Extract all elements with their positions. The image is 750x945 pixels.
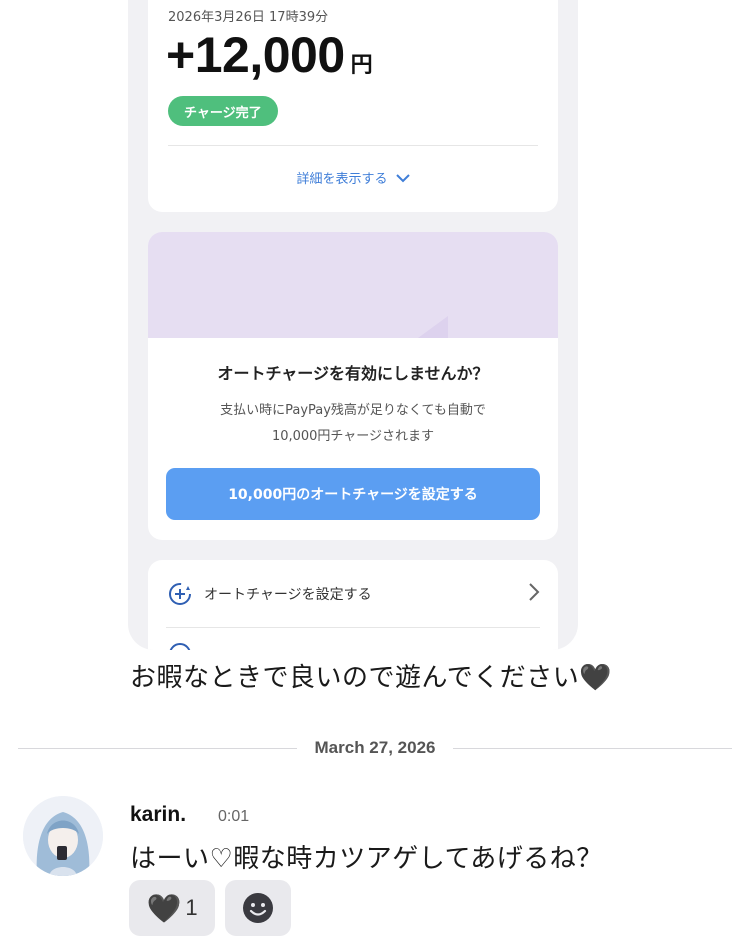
divider (166, 627, 540, 628)
divider (18, 747, 297, 749)
add-reaction-button[interactable] (225, 880, 291, 936)
divider (168, 145, 538, 146)
transaction-currency: 円 (350, 53, 373, 78)
settings-list-item-label: オートチャージを設定する (204, 586, 372, 603)
date-separator-label: March 27, 2026 (314, 738, 436, 757)
avatar-illustration (23, 796, 103, 876)
avatar[interactable] (23, 796, 103, 876)
chevron-right-icon (529, 583, 540, 601)
show-details-label: 詳細を表示する (296, 172, 388, 187)
black-heart-emoji: 🖤 (146, 891, 182, 925)
previous-message-text: お暇なときで良いので遊んでください🖤 (130, 663, 613, 693)
reaction-black-heart[interactable]: 🖤 1 (129, 880, 215, 936)
auto-charge-description: 支払い時にPayPay残高が足りなくても自動で 10,000円チャージされます (148, 398, 558, 450)
auto-charge-icon (169, 582, 191, 605)
banner-decoration (418, 316, 448, 338)
settings-list-item-auto-charge[interactable]: オートチャージを設定する (148, 560, 558, 627)
partial-list-icon (169, 643, 191, 650)
status-badge: チャージ完了 (168, 96, 278, 126)
chevron-down-icon (395, 173, 410, 182)
auto-charge-description-line2: 10,000円チャージされます (271, 429, 435, 444)
promo-banner (148, 232, 558, 338)
set-auto-charge-button[interactable]: 10,000円のオートチャージを設定する (166, 468, 540, 520)
show-details-link[interactable]: 詳細を表示する (148, 168, 558, 187)
transaction-datetime: 2026年3月26日 17時39分 (168, 10, 329, 25)
transaction-amount-row: +12,000 円 (166, 26, 373, 84)
message-timestamp: 0:01 (218, 808, 250, 825)
add-reaction-icon (243, 893, 273, 923)
transaction-card: 2026年3月26日 17時39分 +12,000 円 チャージ完了 詳細を表示… (148, 0, 558, 212)
transaction-amount: +12,000 (166, 27, 345, 83)
auto-charge-card: オートチャージを有効にしませんか？ 支払い時にPayPay残高が足りなくても自動… (148, 232, 558, 540)
date-separator: March 27, 2026 (18, 735, 732, 761)
reaction-count: 1 (185, 895, 198, 920)
divider (453, 747, 732, 749)
auto-charge-description-line1: 支払い時にPayPay残高が足りなくても自動で (220, 403, 486, 418)
message-text: はーい♡暇な時カツアゲしてあげるね？ (130, 844, 603, 874)
message-author[interactable]: karin. (130, 803, 186, 827)
auto-charge-title: オートチャージを有効にしませんか？ (217, 364, 489, 383)
embedded-screenshot: 2026年3月26日 17時39分 +12,000 円 チャージ完了 詳細を表示… (128, 0, 578, 650)
settings-list-card: オートチャージを設定する (148, 560, 558, 650)
